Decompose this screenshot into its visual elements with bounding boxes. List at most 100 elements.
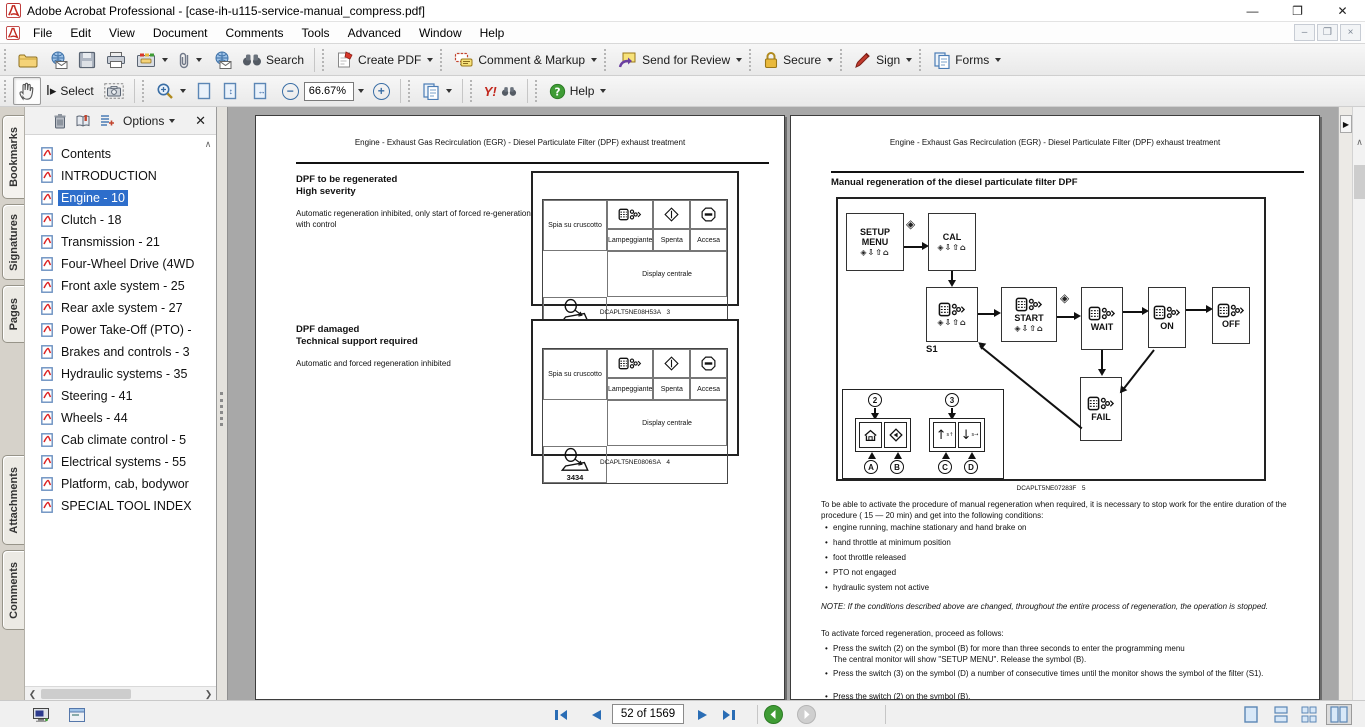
splitter-grip[interactable] [220,392,224,426]
open-web-button[interactable] [43,47,73,73]
menu-file[interactable]: File [24,24,61,42]
bookmark-pto[interactable]: Power Take-Off (PTO) - [25,319,216,341]
two-up-continuous-view-button[interactable] [1296,704,1322,725]
bookmark-cab-climate[interactable]: Cab climate control - 5 [25,429,216,451]
menu-comments[interactable]: Comments [217,24,293,42]
tab-signatures[interactable]: Signatures [2,204,24,280]
sign-button[interactable]: Sign [849,47,917,73]
toolbar-grip[interactable] [4,80,9,102]
menu-edit[interactable]: Edit [61,24,100,42]
two-up-view-button[interactable] [1326,704,1352,725]
save-button[interactable] [73,47,101,73]
bookmark-wheels[interactable]: Wheels - 44 [25,407,216,429]
toolbar-grip[interactable] [604,49,609,71]
bookmark-contents[interactable]: Contents [25,143,216,165]
delete-bookmark-button[interactable] [53,113,67,129]
menu-help[interactable]: Help [471,24,514,42]
snapshot-tool-button[interactable] [99,79,129,103]
select-tool-button[interactable]: I▸Select [41,80,99,103]
single-page-view-button[interactable] [1238,704,1264,725]
menu-window[interactable]: Window [410,24,471,42]
close-button[interactable]: ✕ [1320,0,1365,22]
tab-comments[interactable]: Comments [2,550,24,630]
hscroll-thumb[interactable] [41,689,131,699]
expand-current-bookmark-button[interactable] [75,114,91,128]
zoom-tool-button[interactable] [151,78,191,104]
minimize-button[interactable]: — [1230,0,1275,22]
last-page-button[interactable] [718,705,740,724]
reading-mode-icon[interactable] [30,705,52,724]
organizer-button[interactable] [131,48,173,72]
hand-tool-button[interactable] [13,77,41,105]
open-button[interactable] [13,48,43,72]
zoom-out-button[interactable]: − [277,79,304,104]
bookmark-engine[interactable]: Engine - 10 [25,187,216,209]
secure-button[interactable]: Secure [758,47,838,73]
bookmark-brakes[interactable]: Brakes and controls - 3 [25,341,216,363]
doc-restore-button[interactable]: ❐ [1317,24,1338,41]
toolbar-grip[interactable] [919,49,924,71]
previous-view-button[interactable] [762,705,784,724]
toolbar-grip[interactable] [840,49,845,71]
forms-button[interactable]: Forms [928,47,1006,73]
next-view-button[interactable] [795,705,817,724]
scroll-left-icon[interactable]: ❮ [25,687,40,701]
document-vscrollbar[interactable]: ∧ [1352,107,1365,700]
email-button[interactable] [207,47,237,73]
bookmark-transmission[interactable]: Transmission - 21 [25,231,216,253]
bookmark-steering[interactable]: Steering - 41 [25,385,216,407]
first-page-button[interactable] [550,705,572,724]
create-pdf-button[interactable]: Create PDF [331,47,438,73]
vscroll-thumb[interactable] [1354,165,1365,199]
toolbar-grip[interactable] [408,80,413,102]
restore-button[interactable]: ❐ [1275,0,1320,22]
page-number-input[interactable] [612,704,684,724]
bookmark-electrical[interactable]: Electrical systems - 55 [25,451,216,473]
next-page-button[interactable] [692,705,714,724]
toolbar-grip[interactable] [535,80,540,102]
bookmark-front-axle[interactable]: Front axle system - 25 [25,275,216,297]
bookmark-four-wheel-drive[interactable]: Four-Wheel Drive (4WD [25,253,216,275]
toolbar-grip[interactable] [142,80,147,102]
fit-width-button[interactable]: ↔ [247,78,277,104]
expand-right-pane-button[interactable]: ▶ [1340,115,1352,133]
page-display-button[interactable] [417,78,457,104]
bookmarks-hscrollbar[interactable]: ❮ ❯ [25,686,216,700]
bookmark-introduction[interactable]: INTRODUCTION [25,165,216,187]
menu-tools[interactable]: Tools [293,24,339,42]
actual-size-button[interactable] [191,78,217,104]
attach-button[interactable] [173,47,207,73]
zoom-in-button[interactable]: + [368,79,395,104]
doc-close-button[interactable]: × [1340,24,1361,41]
doc-minimize-button[interactable]: – [1294,24,1315,41]
scroll-right-icon[interactable]: ❯ [201,687,216,701]
comment-markup-button[interactable]: Comment & Markup [449,48,602,72]
previous-page-button[interactable] [585,705,607,724]
panel-splitter[interactable] [217,107,228,700]
tab-attachments[interactable]: Attachments [2,455,24,545]
window-mode-icon[interactable] [66,705,88,724]
yahoo-search-button[interactable]: Y! [479,80,522,103]
zoom-dropdown-caret-icon[interactable] [358,89,364,93]
toolbar-grip[interactable] [440,49,445,71]
help-button[interactable]: Help [544,79,612,104]
bookmark-clutch[interactable]: Clutch - 18 [25,209,216,231]
bookmark-rear-axle[interactable]: Rear axle system - 27 [25,297,216,319]
toolbar-grip[interactable] [749,49,754,71]
close-panel-button[interactable]: ✕ [195,113,206,129]
options-menu-button[interactable]: Options [123,114,175,128]
tab-bookmarks[interactable]: Bookmarks [2,115,24,199]
menu-view[interactable]: View [100,24,144,42]
toolbar-grip[interactable] [4,49,9,71]
bookmark-hydraulic[interactable]: Hydraulic systems - 35 [25,363,216,385]
zoom-level-input[interactable] [304,82,354,101]
scroll-up-icon[interactable]: ∧ [1353,137,1365,148]
bookmark-special-tool-index[interactable]: SPECIAL TOOL INDEX [25,495,216,517]
tab-pages[interactable]: Pages [2,285,24,343]
document-area[interactable]: Engine - Exhaust Gas Recirculation (EGR)… [228,107,1338,700]
bookmark-platform-cab[interactable]: Platform, cab, bodywor [25,473,216,495]
menu-advanced[interactable]: Advanced [339,24,410,42]
continuous-view-button[interactable] [1268,704,1294,725]
toolbar-grip[interactable] [322,49,327,71]
send-for-review-button[interactable]: Send for Review [613,47,747,73]
